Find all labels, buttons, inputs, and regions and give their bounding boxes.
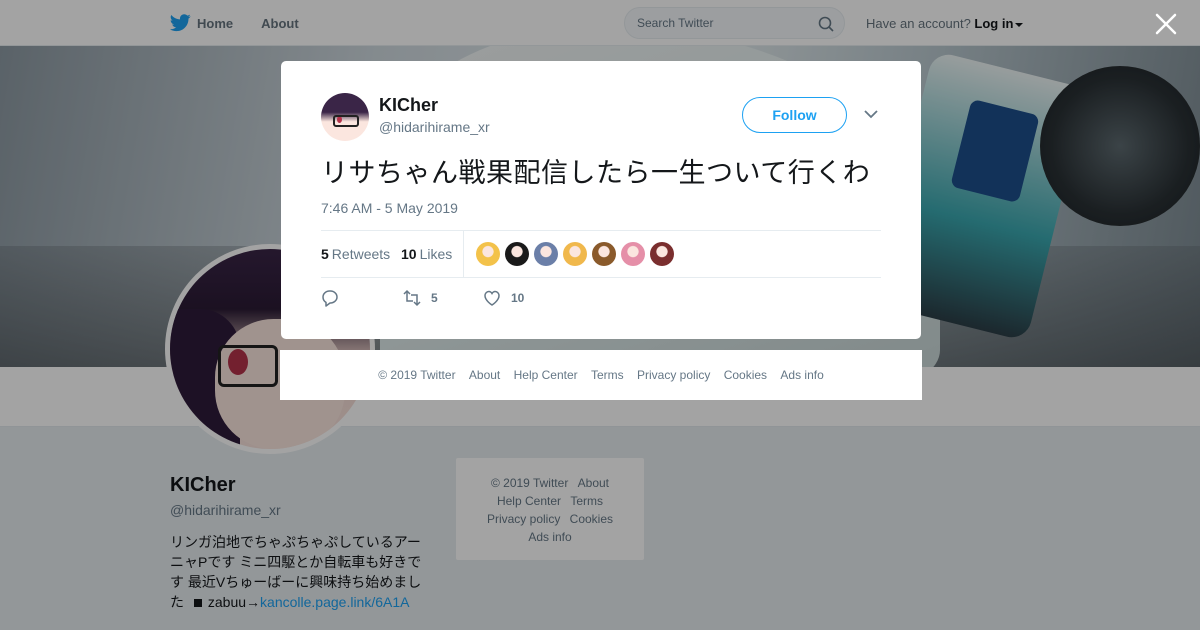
liker-avatar[interactable] [534,242,558,266]
stats-divider [463,231,464,278]
tweet-stats: 5 Retweets 10 Likes [321,230,881,278]
likes-count: 10 [401,246,417,262]
retweets-label: Retweets [331,246,391,262]
liker-avatar[interactable] [621,242,645,266]
footer-copyright: © 2019 Twitter [378,368,456,382]
follow-button[interactable]: Follow [742,97,847,133]
tweet-author-name[interactable]: KICher [379,95,438,116]
liker-avatar[interactable] [650,242,674,266]
tweet-timestamp[interactable]: 7:46 AM - 5 May 2019 [321,200,458,216]
reply-action[interactable] [321,289,349,307]
like-count: 10 [511,291,525,305]
tweet-modal: KICher @hidarihirame_xr Follow リサちゃん戦果配信… [281,61,921,339]
close-icon[interactable] [1154,12,1178,36]
likes-stat[interactable]: 10 Likes [401,246,452,262]
likes-label: Likes [419,246,453,262]
like-action[interactable]: 10 [483,289,524,307]
reply-icon[interactable] [321,289,339,307]
tweet-author-avatar[interactable] [321,93,369,141]
liker-avatar[interactable] [563,242,587,266]
retweets-count: 5 [321,246,329,262]
footer-cookies[interactable]: Cookies [724,368,767,382]
chevron-down-icon[interactable] [864,109,878,119]
tweet-avatar-glasses-shape [333,115,359,127]
liker-avatar[interactable] [505,242,529,266]
footer-about[interactable]: About [469,368,500,382]
retweets-stat[interactable]: 5 Retweets [321,246,390,262]
footer-terms[interactable]: Terms [591,368,624,382]
retweet-count: 5 [431,291,438,305]
tweet-author-handle[interactable]: @hidarihirame_xr [379,119,490,135]
heart-icon[interactable] [483,289,501,307]
footer-ads[interactable]: Ads info [780,368,823,382]
modal-footer: © 2019 Twitter About Help Center Terms P… [280,350,922,400]
liker-avatars [476,242,679,266]
liker-avatar[interactable] [476,242,500,266]
liker-avatar[interactable] [592,242,616,266]
retweet-icon[interactable] [403,289,421,307]
footer-privacy[interactable]: Privacy policy [637,368,710,382]
footer-help[interactable]: Help Center [514,368,578,382]
retweet-action[interactable]: 5 [403,289,438,307]
tweet-text: リサちゃん戦果配信したら一生ついて行くわ [321,158,871,189]
